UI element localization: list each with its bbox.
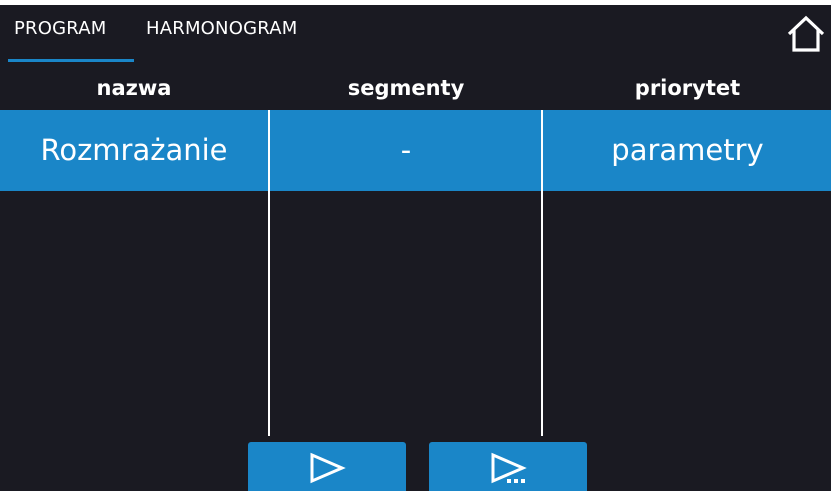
column-divider — [541, 110, 543, 436]
cell-nazwa: Rozmrażanie — [40, 133, 228, 167]
start-button[interactable] — [248, 442, 406, 491]
table-row-selected[interactable]: Rozmrażanie - parametry — [0, 110, 831, 191]
active-tab-indicator — [8, 59, 134, 62]
home-button[interactable] — [786, 14, 826, 54]
cell-segmenty: - — [400, 133, 412, 167]
column-header-segmenty: segmenty — [347, 76, 465, 100]
cell-priorytet: parametry — [611, 133, 764, 167]
play-more-icon — [491, 452, 527, 484]
start-with-options-button[interactable] — [429, 442, 587, 491]
tab-program[interactable]: PROGRAM — [14, 18, 107, 39]
home-icon — [787, 15, 825, 52]
screen: PROGRAM HARMONOGRAM nazwa segmenty prior… — [0, 0, 831, 491]
column-header-nazwa: nazwa — [96, 76, 172, 100]
column-divider — [268, 110, 270, 436]
play-icon — [310, 452, 346, 484]
tab-harmonogram[interactable]: HARMONOGRAM — [146, 18, 297, 39]
column-header-priorytet: priorytet — [634, 76, 741, 100]
